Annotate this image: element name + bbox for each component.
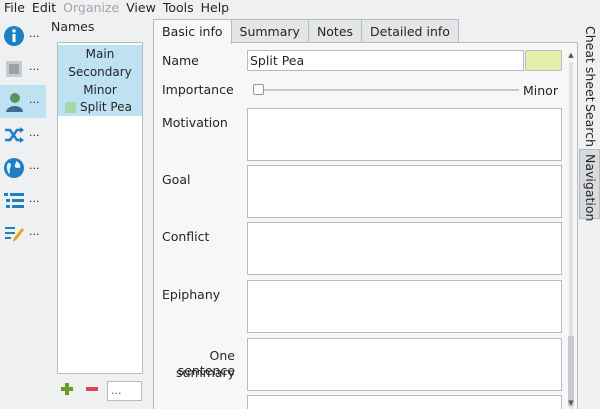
menu-tools[interactable]: Tools <box>163 0 194 16</box>
right-dock-tabs: Cheat sheet Search Navigation <box>579 19 600 409</box>
left-sidebar: ... ... ... ... ... ... ... <box>0 19 46 409</box>
info-icon <box>4 25 24 46</box>
motivation-field[interactable] <box>247 108 562 161</box>
minus-icon[interactable] <box>85 382 99 396</box>
person-icon <box>6 92 23 112</box>
scrollbar-thumb[interactable] <box>568 336 574 406</box>
goal-label: Goal <box>162 172 191 187</box>
tree-group-minor[interactable]: Minor <box>58 81 142 99</box>
tab-navigation-label: Navigation <box>583 154 598 222</box>
epiphany-label: Epiphany <box>162 287 221 302</box>
globe-icon <box>4 157 24 178</box>
sidebar-item-outline[interactable]: ... <box>0 184 46 217</box>
character-tree[interactable]: Main Secondary Minor Split Pea <box>57 42 143 374</box>
detail-tabs: Basic info Summary Notes Detailed info <box>153 19 459 44</box>
tab-detailed-info[interactable]: Detailed info <box>361 19 459 43</box>
sidebar-item-summary[interactable]: ... <box>0 52 46 85</box>
conflict-field[interactable] <box>247 222 562 275</box>
menu-view[interactable]: View <box>126 0 156 16</box>
menu-file[interactable]: File <box>4 0 25 16</box>
filter-input[interactable]: ... <box>107 381 142 401</box>
importance-label: Importance <box>162 82 234 97</box>
tab-search-label: Search <box>583 104 598 147</box>
sidebar-item-label: ... <box>29 126 40 139</box>
sidebar-item-label: ... <box>29 93 40 106</box>
tab-notes[interactable]: Notes <box>307 19 363 43</box>
tab-cheat-sheet[interactable]: Cheat sheet <box>579 21 600 102</box>
importance-value: Minor <box>523 83 558 98</box>
importance-slider-handle[interactable] <box>253 84 264 95</box>
tab-search[interactable]: Search <box>579 99 600 149</box>
sidebar-item-label: ... <box>29 60 40 73</box>
sidebar-item-label: ... <box>29 159 40 172</box>
menu-edit[interactable]: Edit <box>32 0 56 16</box>
square-icon <box>6 60 22 77</box>
scroll-up-icon[interactable]: ▲ <box>566 50 576 60</box>
sidebar-item-plots[interactable]: ... <box>0 118 46 151</box>
sidebar-item-label: ... <box>29 192 40 205</box>
importance-slider[interactable] <box>254 89 519 91</box>
tab-navigation[interactable]: Navigation <box>579 149 600 222</box>
motivation-label: Motivation <box>162 115 228 130</box>
tab-cheat-sheet-label: Cheat sheet <box>583 26 598 102</box>
next-field[interactable] <box>247 395 562 409</box>
character-name: Split Pea <box>80 100 132 114</box>
tab-summary[interactable]: Summary <box>230 19 309 43</box>
sidebar-item-label: ... <box>29 225 40 238</box>
tree-group-secondary[interactable]: Secondary <box>58 63 142 81</box>
character-color-swatch <box>65 102 76 113</box>
menu-bar: File Edit Organize View Tools Help <box>0 0 600 16</box>
sidebar-item-general[interactable]: ... <box>0 19 46 52</box>
epiphany-field[interactable] <box>247 280 562 333</box>
menu-help[interactable]: Help <box>201 0 230 16</box>
plus-icon[interactable] <box>60 382 74 396</box>
tab-basic-info[interactable]: Basic info <box>153 19 232 44</box>
menu-organize[interactable]: Organize <box>63 0 119 16</box>
goal-field[interactable] <box>247 165 562 218</box>
tree-character-item[interactable]: Split Pea <box>58 98 142 116</box>
edit-icon <box>5 226 24 242</box>
sidebar-item-characters[interactable]: ... <box>0 85 46 118</box>
basic-info-panel: Name Split Pea Importance Minor Motivati… <box>153 42 578 409</box>
color-picker-button[interactable] <box>525 50 562 71</box>
shuffle-icon <box>5 126 24 143</box>
name-field[interactable]: Split Pea <box>247 50 524 71</box>
sidebar-item-world[interactable]: ... <box>0 151 46 184</box>
sidebar-item-editor[interactable]: ... <box>0 217 46 250</box>
list-icon <box>4 192 24 208</box>
one-sentence-summary-field[interactable] <box>247 338 562 391</box>
tree-group-main[interactable]: Main <box>58 45 142 63</box>
sidebar-item-label: ... <box>29 27 40 40</box>
scroll-down-icon[interactable]: ▼ <box>566 398 576 408</box>
conflict-label: Conflict <box>162 229 210 244</box>
name-label: Name <box>162 53 199 68</box>
summary-label-line2: summary <box>176 365 235 380</box>
names-label: Names <box>51 19 95 34</box>
form-scrollbar[interactable]: ▲ ▼ <box>566 50 576 409</box>
